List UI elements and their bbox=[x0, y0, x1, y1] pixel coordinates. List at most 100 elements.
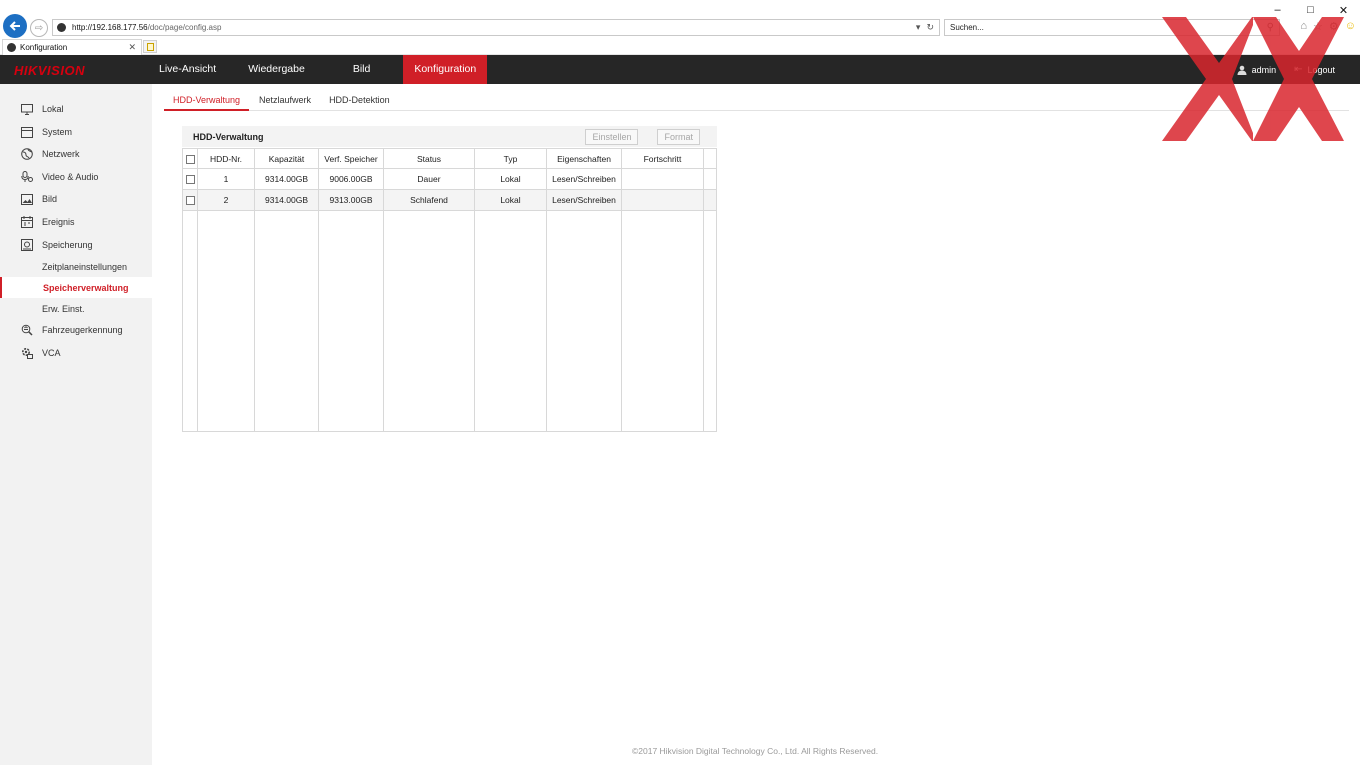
sidebar-item-label: Speicherung bbox=[42, 240, 93, 250]
sidebar-item-speicherung[interactable]: Speicherung bbox=[0, 234, 152, 256]
subtab-bar: HDD-Verwaltung Netzlaufwerk HDD-Detektio… bbox=[164, 90, 1349, 111]
sidebar-item-netzwerk[interactable]: Netzwerk bbox=[0, 143, 152, 165]
maximize-icon[interactable]: □ bbox=[1294, 0, 1327, 20]
col-status[interactable]: Status bbox=[383, 148, 475, 169]
sidebar-item-label: Video & Audio bbox=[42, 172, 99, 182]
arrow-left-icon bbox=[9, 21, 20, 31]
url-path: /doc/page/config.asp bbox=[147, 23, 222, 32]
col-eigenschaften[interactable]: Eigenschaften bbox=[546, 148, 622, 169]
hdd-panel: HDD-Verwaltung Einstellen Format HDD-Nr.… bbox=[182, 126, 717, 432]
cell-hdd-nr: 1 bbox=[197, 168, 255, 190]
cell-kapazitaet: 9314.00GB bbox=[254, 168, 319, 190]
search-icon[interactable]: ⚲ bbox=[1267, 22, 1274, 33]
cell-eigenschaften: Lesen/Schreiben bbox=[546, 189, 622, 211]
sidebar: Lokal System Netzwerk Video & Audio Bild… bbox=[0, 84, 152, 765]
tab-close-icon[interactable]: ✕ bbox=[128, 42, 136, 53]
cell-typ: Lokal bbox=[474, 189, 547, 211]
sidebar-subitem-erw-einst[interactable]: Erw. Einst. bbox=[0, 298, 152, 319]
hdd-table: HDD-Nr. Kapazität Verf. Speicher Status … bbox=[182, 148, 717, 432]
browser-toolbar: ⌂ ☆ ⚙ ☺ bbox=[1300, 20, 1356, 33]
cell-fortschritt bbox=[621, 189, 704, 211]
smiley-icon[interactable]: ☺ bbox=[1345, 20, 1356, 33]
new-tab-button[interactable] bbox=[143, 40, 157, 53]
main-nav: Live-Ansicht Wiedergabe Bild Konfigurati… bbox=[148, 55, 488, 84]
gear-camera-icon bbox=[21, 347, 33, 359]
new-tab-icon bbox=[146, 42, 154, 51]
search-placeholder: Suchen... bbox=[950, 23, 984, 32]
cell-eigenschaften: Lesen/Schreiben bbox=[546, 168, 622, 190]
forward-button[interactable]: ⇨ bbox=[30, 19, 48, 37]
einstellen-button[interactable]: Einstellen bbox=[585, 128, 639, 145]
col-typ[interactable]: Typ bbox=[474, 148, 547, 169]
back-button[interactable] bbox=[3, 14, 27, 38]
cell-hdd-nr: 2 bbox=[197, 189, 255, 211]
storage-icon bbox=[21, 239, 33, 251]
url-host: http://192.168.177.56 bbox=[72, 23, 148, 32]
logout-icon: ⇤ bbox=[1294, 64, 1303, 75]
sidebar-subitem-zeitplaneinstellungen[interactable]: Zeitplaneinstellungen bbox=[0, 256, 152, 277]
nav-picture[interactable]: Bild bbox=[342, 55, 382, 84]
sidebar-item-bild[interactable]: Bild bbox=[0, 188, 152, 210]
col-verf-speicher[interactable]: Verf. Speicher bbox=[318, 148, 384, 169]
sidebar-item-label: Bild bbox=[42, 194, 58, 204]
window-icon bbox=[21, 126, 33, 138]
cell-verf-speicher: 9313.00GB bbox=[318, 189, 384, 211]
arrow-right-icon: ⇨ bbox=[34, 22, 44, 34]
sidebar-item-system[interactable]: System bbox=[0, 121, 152, 143]
app-header: HIKVISION Live-Ansicht Wiedergabe Bild K… bbox=[0, 55, 1360, 84]
cell-fortschritt bbox=[621, 168, 704, 190]
user-menu[interactable]: admin bbox=[1237, 65, 1276, 75]
col-kapazitaet[interactable]: Kapazität bbox=[254, 148, 319, 169]
nav-live-view[interactable]: Live-Ansicht bbox=[148, 55, 227, 84]
logout-label: Logout bbox=[1307, 64, 1335, 75]
dropdown-icon[interactable]: ▾ bbox=[916, 22, 921, 33]
table-row[interactable]: 2 9314.00GB 9313.00GB Schlafend Lokal Le… bbox=[182, 189, 717, 211]
sidebar-item-label: Ereignis bbox=[42, 217, 75, 227]
sidebar-item-lokal[interactable]: Lokal bbox=[0, 98, 152, 120]
sidebar-item-label: System bbox=[42, 127, 73, 137]
sidebar-item-video-audio[interactable]: Video & Audio bbox=[0, 166, 152, 188]
search-input[interactable]: Suchen... ⚲ bbox=[944, 19, 1280, 36]
tab-netzlaufwerk[interactable]: Netzlaufwerk bbox=[250, 90, 320, 111]
cell-kapazitaet: 9314.00GB bbox=[254, 189, 319, 211]
nav-playback[interactable]: Wiedergabe bbox=[237, 55, 316, 84]
select-all-checkbox[interactable] bbox=[185, 154, 195, 164]
star-icon[interactable]: ☆ bbox=[1313, 20, 1323, 33]
row-checkbox[interactable] bbox=[185, 196, 195, 206]
sidebar-item-ereignis[interactable]: Ereignis bbox=[0, 211, 152, 233]
sidebar-item-label: Netzwerk bbox=[42, 149, 80, 159]
nav-configuration[interactable]: Konfiguration bbox=[403, 55, 488, 84]
minimize-icon[interactable]: – bbox=[1261, 0, 1294, 20]
cell-status: Dauer bbox=[383, 168, 475, 190]
cell-typ: Lokal bbox=[474, 168, 547, 190]
hikvision-logo: HIKVISION bbox=[14, 63, 85, 78]
logout-button[interactable]: ⇤ Logout bbox=[1294, 64, 1335, 75]
table-header: HDD-Nr. Kapazität Verf. Speicher Status … bbox=[182, 148, 717, 169]
sidebar-item-label: Fahrzeugerkennung bbox=[42, 325, 123, 335]
sidebar-item-fahrzeugerkennung[interactable]: Fahrzeugerkennung bbox=[0, 319, 152, 341]
format-button[interactable]: Format bbox=[657, 128, 700, 145]
col-hdd-nr[interactable]: HDD-Nr. bbox=[197, 148, 255, 169]
user-icon bbox=[1237, 65, 1247, 75]
tab-title: Konfiguration bbox=[20, 43, 68, 52]
col-fortschritt[interactable]: Fortschritt bbox=[621, 148, 704, 169]
vehicle-icon bbox=[21, 324, 33, 336]
sidebar-subitem-speicherverwaltung[interactable]: Speicherverwaltung bbox=[0, 277, 152, 298]
gear-icon[interactable]: ⚙ bbox=[1329, 20, 1339, 33]
close-window-icon[interactable]: ✕ bbox=[1327, 0, 1360, 20]
refresh-icon[interactable]: ↻ bbox=[926, 22, 934, 33]
row-checkbox[interactable] bbox=[185, 175, 195, 185]
cell-verf-speicher: 9006.00GB bbox=[318, 168, 384, 190]
table-row[interactable]: 1 9314.00GB 9006.00GB Dauer Lokal Lesen/… bbox=[182, 168, 717, 190]
tab-hdd-detektion[interactable]: HDD-Detektion bbox=[320, 90, 399, 111]
browser-tab[interactable]: Konfiguration ✕ bbox=[2, 39, 142, 55]
panel-title: HDD-Verwaltung bbox=[193, 131, 264, 142]
site-icon bbox=[57, 23, 66, 32]
address-bar[interactable]: http://192.168.177.56/doc/page/config.as… bbox=[52, 19, 940, 36]
monitor-icon bbox=[21, 103, 33, 115]
tab-hdd-verwaltung[interactable]: HDD-Verwaltung bbox=[164, 90, 250, 111]
image-icon bbox=[21, 193, 33, 205]
home-icon[interactable]: ⌂ bbox=[1300, 20, 1307, 33]
sidebar-item-vca[interactable]: VCA bbox=[0, 342, 152, 364]
copyright-footer: ©2017 Hikvision Digital Technology Co., … bbox=[632, 746, 879, 756]
